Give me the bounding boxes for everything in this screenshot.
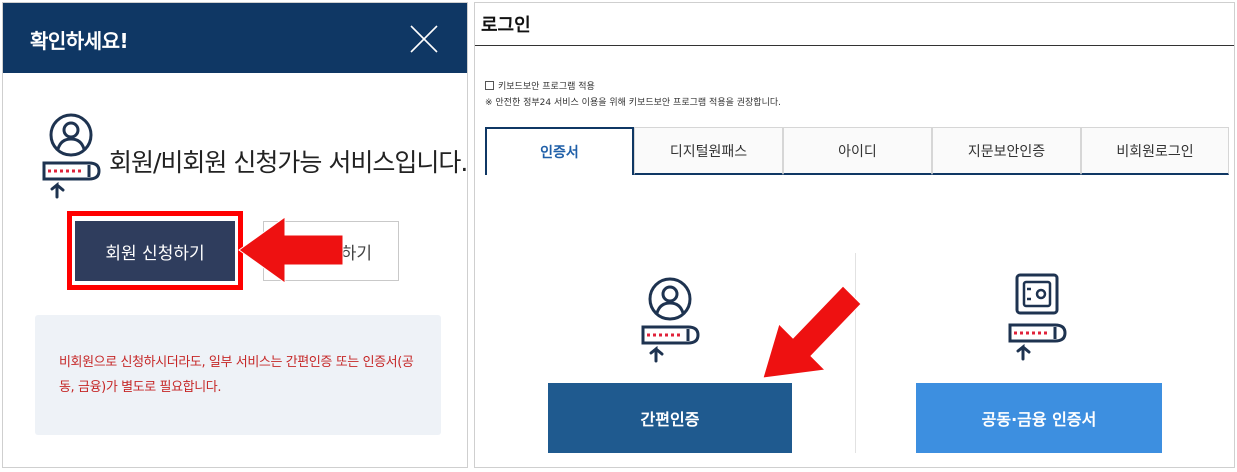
notice-text: 비회원으로 신청하시더라도, 일부 서비스는 간편인증 또는 인증서(공동, 금… bbox=[35, 315, 441, 435]
service-title: 회원/비회원 신청가능 서비스입니다. bbox=[109, 148, 468, 177]
close-icon[interactable] bbox=[408, 23, 440, 55]
login-title: 로그인 bbox=[481, 15, 531, 36]
keyboard-security-checkbox[interactable] bbox=[485, 81, 494, 90]
keyboard-security-row: 키보드보안 프로그램 적용 bbox=[485, 79, 595, 92]
tab-fingerprint[interactable]: 지문보안인증 bbox=[932, 127, 1081, 175]
tab-id[interactable]: 아이디 bbox=[783, 127, 932, 175]
member-apply-button[interactable]: 회원 신청하기 bbox=[75, 221, 235, 281]
modal-header: 확인하세요! bbox=[3, 3, 467, 73]
red-arrow-icon bbox=[762, 285, 862, 379]
tab-nonmember-login[interactable]: 비회원로그인 bbox=[1081, 127, 1229, 175]
login-tabs: 인증서 디지털원패스 아이디 지문보안인증 비회원로그인 bbox=[485, 127, 1229, 175]
safe-key-icon bbox=[1008, 273, 1067, 361]
login-panel: 로그인 키보드보안 프로그램 적용 ※ 안전한 정부24 서비스 이용을 위해 … bbox=[474, 2, 1235, 468]
confirm-modal: 확인하세요! 회원/비회원 신청가능 서비스입니다. 하기 회원 신청하기 비회… bbox=[2, 2, 468, 468]
certificate-login-button[interactable]: 공동·금융 인증서 bbox=[916, 383, 1162, 453]
keyboard-security-label: 키보드보안 프로그램 적용 bbox=[498, 82, 595, 92]
person-key-icon bbox=[42, 113, 101, 199]
tab-certificate[interactable]: 인증서 bbox=[485, 127, 634, 175]
title-divider bbox=[475, 45, 1234, 46]
red-arrow-icon bbox=[238, 216, 344, 284]
keyboard-security-note: ※ 안전한 정부24 서비스 이용을 위해 키보드보안 프로그램 적용을 권장합… bbox=[485, 98, 782, 108]
simple-auth-button[interactable]: 간편인증 bbox=[548, 383, 792, 453]
person-key-icon bbox=[641, 277, 700, 363]
modal-title: 확인하세요! bbox=[30, 29, 129, 53]
tab-digital-onepass[interactable]: 디지털원패스 bbox=[634, 127, 783, 175]
